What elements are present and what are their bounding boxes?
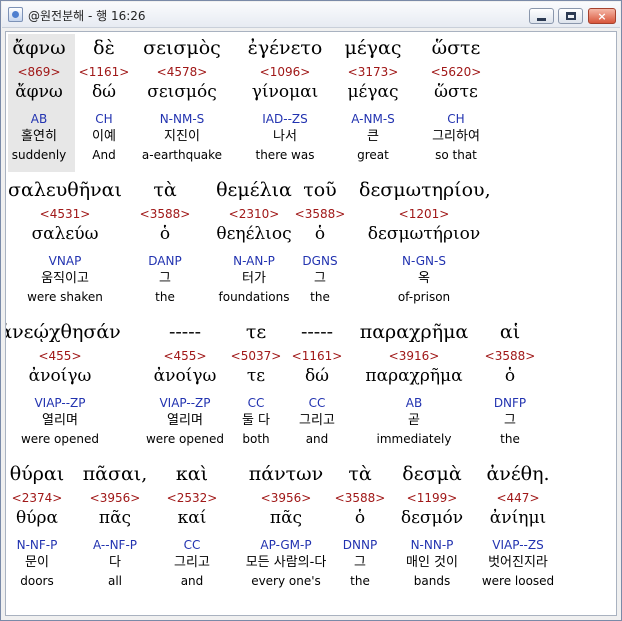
greek-word[interactable]: ἀνεῴχθησάν: [6, 320, 125, 344]
lemma: ὥστε: [434, 82, 478, 102]
maximize-button[interactable]: [558, 8, 583, 24]
window-title: @원전분해 - 행 16:26: [28, 9, 146, 23]
parsing-code: N-GN-S: [402, 254, 446, 268]
korean-gloss: 열리며: [42, 413, 78, 428]
interlinear-text-area[interactable]: ἄφνω <869> ἄφνω AB 홀연히 suddenly δὲ <1161> δώ CH 이예…: [5, 31, 617, 616]
strong-number: <5620>: [430, 65, 482, 79]
strong-number: <3588>: [484, 349, 536, 363]
english-gloss: were loosed: [481, 574, 555, 588]
korean-gloss: 그리하여: [432, 129, 480, 144]
lemma: ἀνοίγω: [28, 366, 92, 386]
korean-gloss: 벗어진지라: [488, 555, 548, 570]
app-window: @원전분해 - 행 16:26 × ἄφνω <869> ἄφνω AB 홀연히 sudd…: [0, 0, 622, 621]
strong-number: <455>: [38, 349, 82, 363]
parsing-code: CH: [447, 112, 465, 126]
close-icon: ×: [597, 9, 607, 23]
parsing-code: VIAP--ZS: [492, 538, 544, 552]
strong-number: <447>: [496, 491, 540, 505]
greek-word[interactable]: ὥστε: [391, 36, 521, 60]
korean-gloss: 옥: [418, 271, 430, 286]
parsing-code: VIAP--ZP: [34, 396, 86, 410]
english-gloss: so that: [435, 148, 477, 162]
title-bar[interactable]: @원전분해 - 행 16:26 ×: [2, 2, 620, 28]
app-icon: [8, 7, 23, 22]
korean-gloss: 그: [504, 413, 516, 428]
lemma: δεσμωτήριον: [367, 224, 481, 244]
minimize-icon: [537, 17, 546, 21]
greek-word[interactable]: ἀνέθη.: [453, 462, 583, 486]
parsing-code: DNFP: [493, 396, 527, 410]
minimize-button[interactable]: [529, 8, 554, 24]
lemma: ἀνίημι: [489, 508, 547, 528]
english-gloss: the: [500, 432, 520, 446]
greek-word[interactable]: δεσμωτηρίου,: [359, 178, 491, 202]
english-gloss: were opened: [20, 432, 99, 446]
close-button[interactable]: ×: [588, 8, 616, 24]
maximize-icon: [565, 12, 576, 20]
lemma: ὁ: [504, 366, 516, 386]
greek-word[interactable]: αἱ: [445, 320, 575, 344]
english-gloss: of-prison: [397, 290, 451, 304]
strong-number: <1201>: [398, 207, 450, 221]
